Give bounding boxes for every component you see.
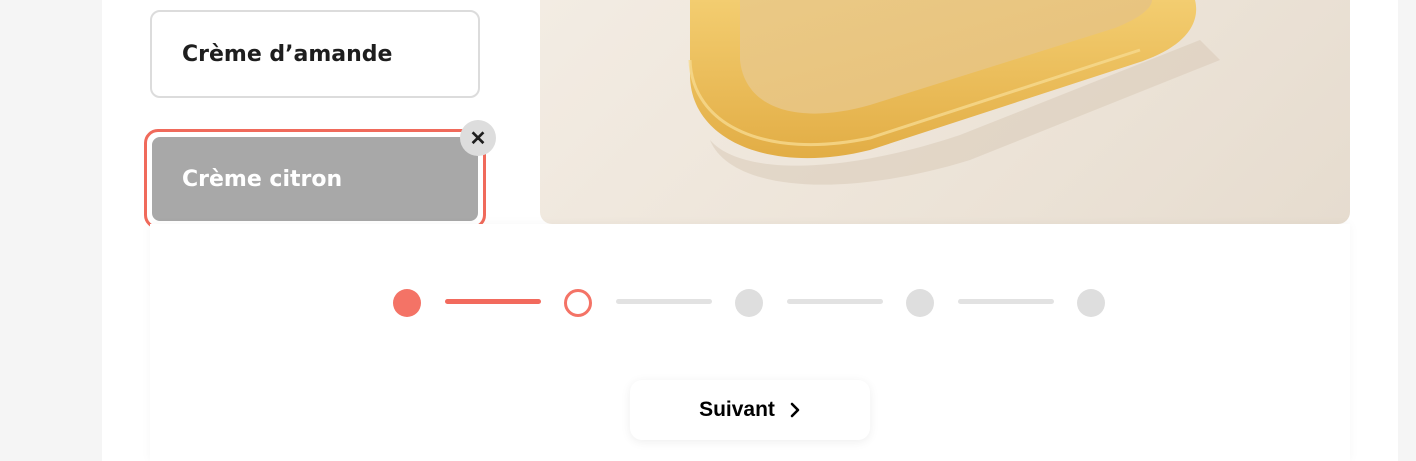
tart-shell-photo: [540, 0, 1350, 224]
close-icon: ✕: [469, 127, 487, 150]
step-2-current[interactable]: [564, 289, 592, 317]
tart-shell-illustration: [688, 0, 1220, 185]
next-button-label: Suivant: [699, 398, 775, 421]
step-1-complete[interactable]: [393, 289, 421, 317]
chevron-right-icon: [789, 402, 801, 418]
option-label: Crème d’amande: [182, 41, 393, 67]
option-creme-amande[interactable]: Crème d’amande: [150, 10, 480, 98]
option-label: Crème citron: [182, 166, 343, 192]
next-button[interactable]: Suivant: [630, 380, 870, 440]
step-5: [1077, 289, 1105, 317]
option-creme-citron[interactable]: Crème citron: [150, 135, 480, 223]
step-3: [735, 289, 763, 317]
step-4: [906, 289, 934, 317]
remove-selection-button[interactable]: ✕: [460, 120, 496, 156]
